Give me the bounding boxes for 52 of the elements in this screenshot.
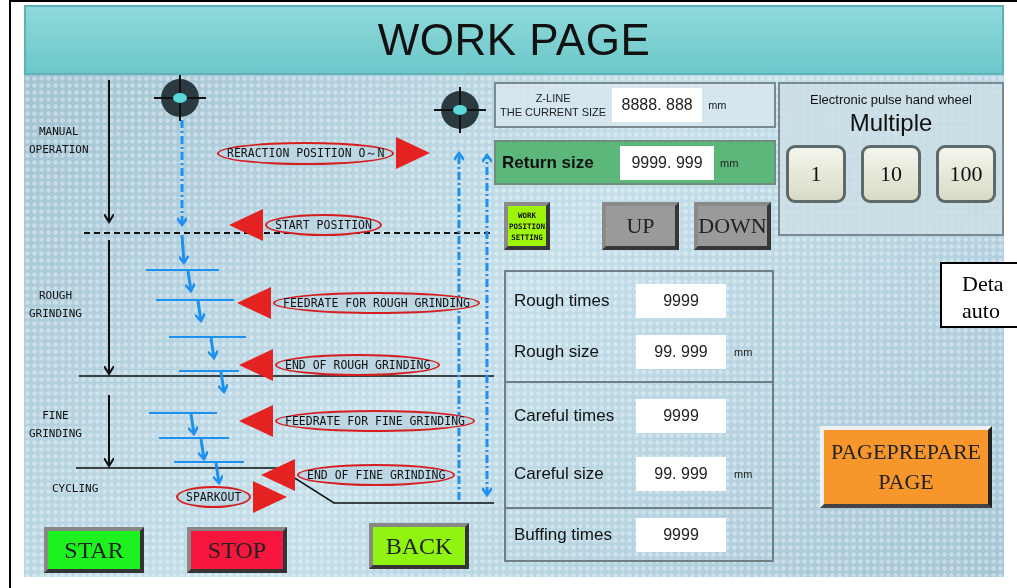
unit-label: mm — [720, 156, 739, 169]
return-size-field[interactable]: 9999. 999 — [620, 145, 714, 180]
hand-wheel-caption: Electronic pulse hand wheel — [810, 92, 972, 107]
hand-wheel-title: Multiple — [849, 109, 933, 137]
triangle-arrow-icon — [229, 209, 263, 241]
callout-label: END OF ROUGH GRINDING — [275, 354, 441, 376]
triangle-arrow-icon — [239, 405, 273, 437]
parameter-field[interactable]: 9999 — [636, 517, 726, 552]
triangle-arrow-icon — [253, 481, 288, 513]
stage-label: MANUAL OPERATION — [29, 124, 89, 158]
current-size-label: Z-LINE THE CURRENT SIZE — [500, 91, 607, 119]
callout-label: END OF FINE GRINDING — [297, 464, 456, 486]
page-title: WORK PAGE — [377, 15, 651, 65]
parameter-field[interactable]: 99. 999 — [636, 457, 726, 491]
return-size-label: Return size — [502, 152, 595, 173]
current-size-field[interactable]: 8888. 888 — [612, 88, 703, 122]
multiplier-button[interactable]: 100 — [936, 145, 996, 203]
stage-label: CYCLING — [52, 481, 99, 497]
parameter-label: Buffing times — [513, 524, 613, 545]
jog-button[interactable]: UP — [602, 202, 679, 250]
parameter-field[interactable]: 9999 — [636, 399, 726, 433]
triangle-arrow-icon — [237, 287, 271, 319]
triangle-arrow-icon — [239, 349, 273, 381]
multiplier-button[interactable]: 1 — [786, 145, 846, 203]
callout-label: FEEDRATE FOR ROUGH GRINDING — [273, 292, 480, 314]
unit-label: mm — [708, 99, 727, 111]
triangle-arrow-icon — [261, 459, 295, 491]
crosshair-target-icon — [434, 87, 486, 133]
unit-label: mm — [734, 468, 753, 480]
parameter-label: Rough times — [513, 291, 611, 312]
parameter-field[interactable]: 99. 999 — [636, 334, 726, 369]
prepare-page-button[interactable]: PAGEPREPARE PAGE — [820, 426, 992, 508]
crosshair-target-icon — [154, 75, 206, 121]
triangle-arrow-icon — [396, 137, 431, 169]
stop-button[interactable]: STOP — [187, 527, 287, 573]
start-button[interactable]: STAR — [44, 527, 144, 573]
callout-label: FEEDRATE FOR FINE GRINDING — [275, 410, 475, 432]
stage-label: FINE GRINDING — [29, 408, 82, 442]
note-text: Deta — [962, 270, 1005, 297]
jog-button[interactable]: DOWN — [694, 202, 771, 250]
parameter-label: Careful size — [513, 464, 605, 484]
unit-label: mm — [734, 345, 753, 358]
callout-label: RERACTION POSITION O～N — [217, 141, 395, 165]
back-button[interactable]: BACK — [369, 523, 469, 569]
note-text: auto — [962, 297, 1001, 324]
stage-label: ROUGH GRINDING — [29, 288, 82, 322]
parameter-label: Careful times — [513, 406, 616, 426]
callout-label: SPARKOUT — [176, 486, 252, 508]
parameter-label: Rough size — [513, 341, 601, 362]
parameter-field[interactable]: 9999 — [636, 284, 726, 319]
multiplier-button[interactable]: 10 — [861, 145, 921, 203]
callout-label: START POSITION — [265, 214, 382, 236]
